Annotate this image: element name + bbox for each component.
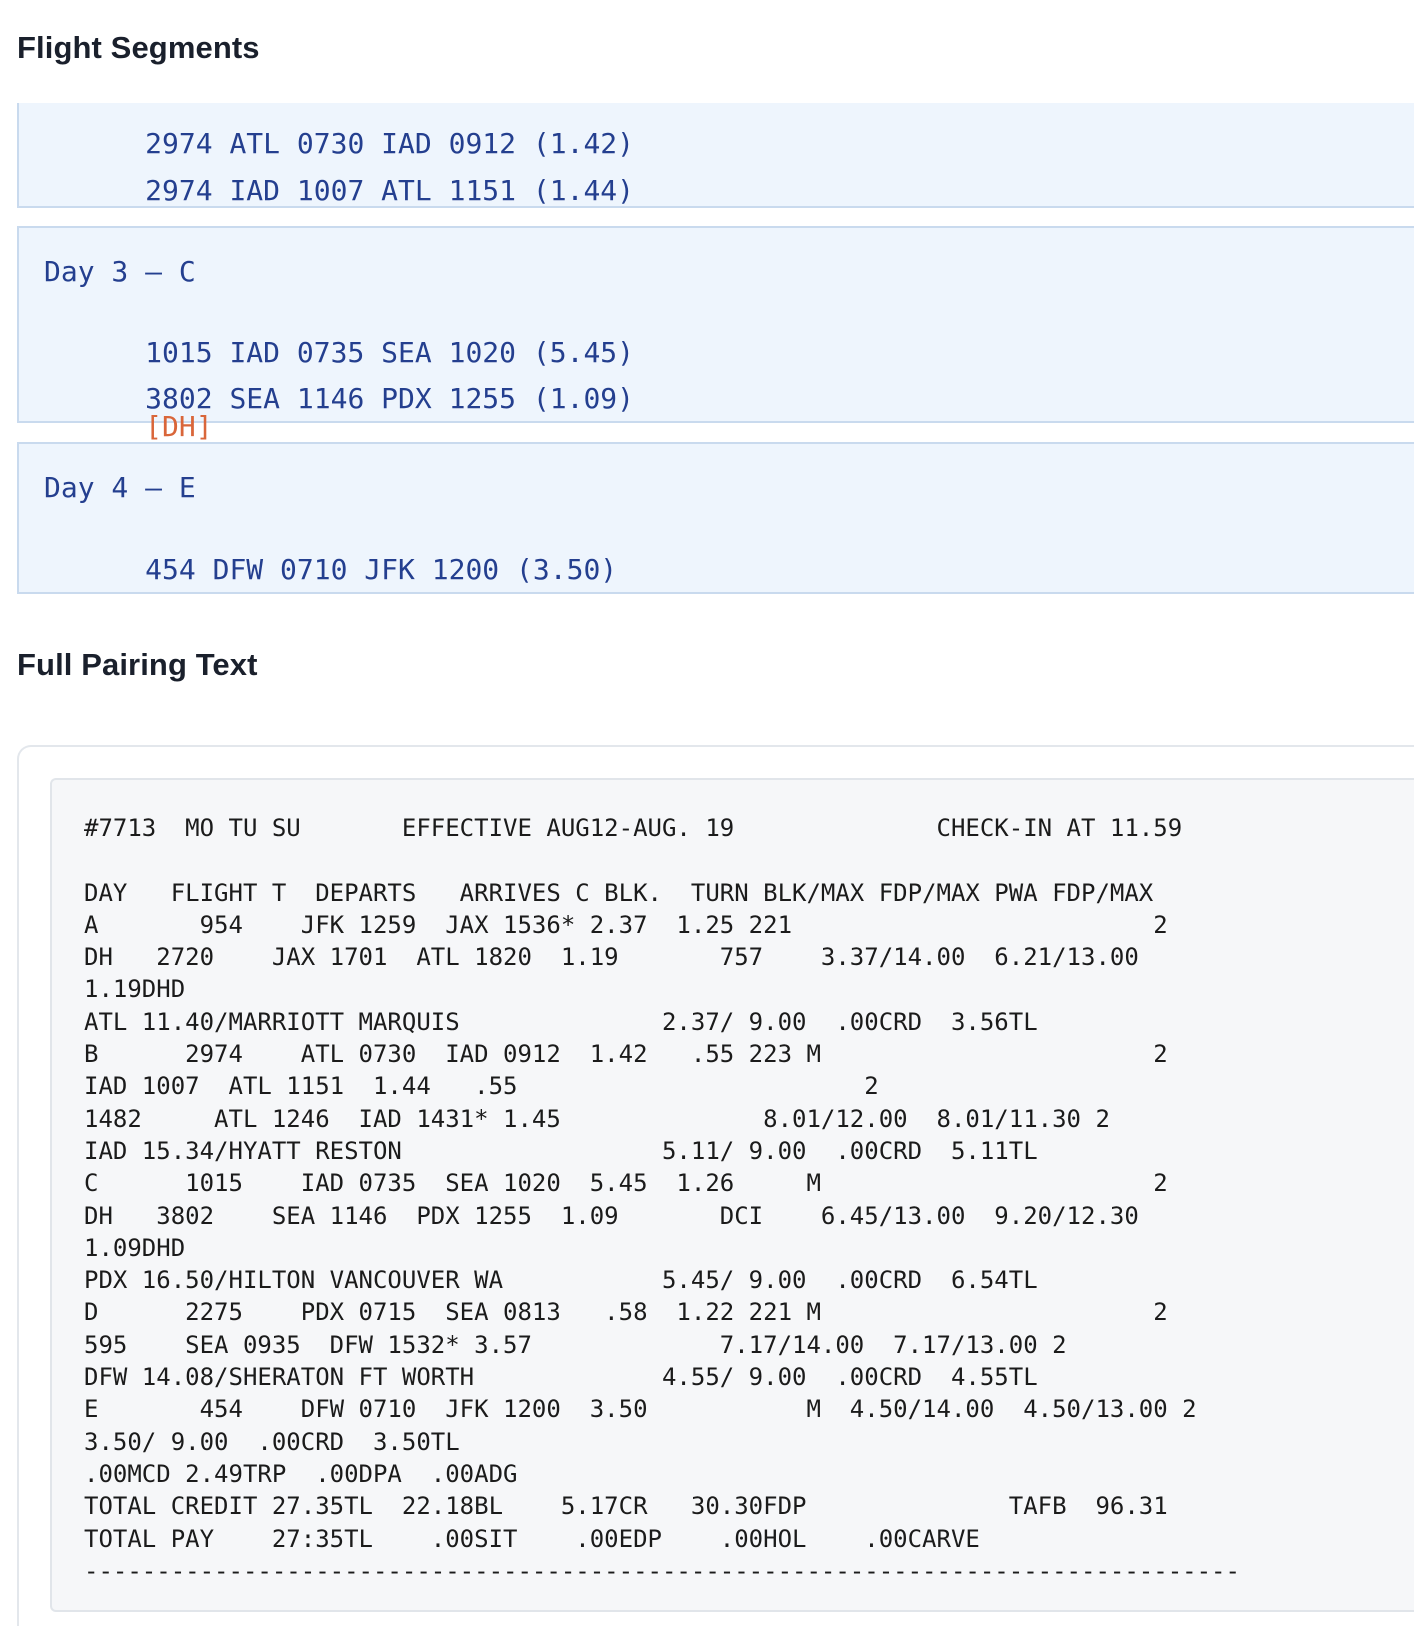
deadhead-badge: [DH] [145,410,213,443]
pairing-text-content: #7713 MO TU SU EFFECTIVE AUG12-AUG. 19 C… [84,814,1240,1585]
segment-line: 454 DFW 0710 JFK 1200 (3.50) [44,528,617,612]
full-pairing-text-heading: Full Pairing Text [17,647,258,682]
day-header: Day 3 – C [44,255,196,288]
segment-line: 2974 IAD 1007 ATL 1151 (1.44) [44,149,634,233]
day-header: Day 4 – E [44,471,196,504]
flight-segments-scroll-area[interactable]: 2974 ATL 0730 IAD 0912 (1.42) 2974 IAD 1… [0,103,1414,623]
day-card-day-4: Day 4 – E 454 DFW 0710 JFK 1200 (3.50) [17,442,1414,594]
day-card-day-3: Day 3 – C 1015 IAD 0735 SEA 1020 (5.45) … [17,226,1414,441]
segment-text: 454 DFW 0710 JFK 1200 (3.50) [145,553,618,586]
flight-segments-heading: Flight Segments [17,30,260,65]
segment-text: 2974 IAD 1007 ATL 1151 (1.44) [145,174,635,207]
segment-text: 3802 SEA 1146 PDX 1255 (1.09) [145,382,635,415]
day-card: 2974 ATL 0730 IAD 0912 (1.42) 2974 IAD 1… [17,103,1414,208]
